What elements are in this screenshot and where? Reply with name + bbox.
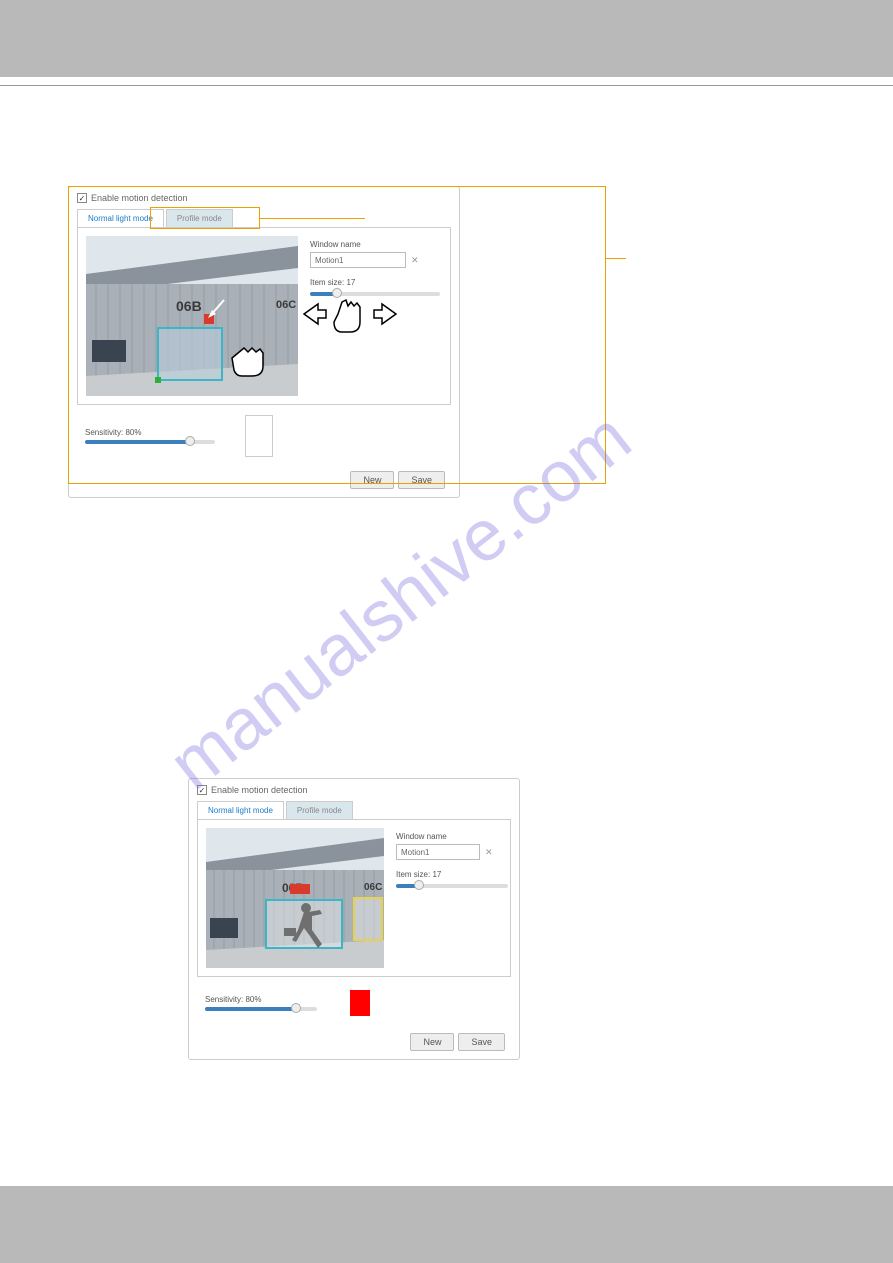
new-button[interactable]: New bbox=[350, 471, 394, 489]
item-size-label: Item size: 17 bbox=[396, 870, 508, 879]
item-size-label: Item size: 17 bbox=[310, 278, 442, 287]
mode-tabs: Normal light mode Profile mode bbox=[197, 801, 511, 819]
building-sign-06b: 06B bbox=[176, 298, 202, 314]
enable-motion-row: ✓ Enable motion detection bbox=[77, 193, 451, 203]
window-name-label: Window name bbox=[396, 832, 508, 841]
save-button[interactable]: Save bbox=[398, 471, 445, 489]
save-button[interactable]: Save bbox=[458, 1033, 505, 1051]
building-sign-06c: 06C bbox=[276, 299, 296, 311]
item-size-slider[interactable] bbox=[310, 292, 440, 296]
motion-detection-panel-1: ✓ Enable motion detection Normal light m… bbox=[68, 186, 460, 498]
enable-motion-checkbox[interactable]: ✓ bbox=[197, 785, 207, 795]
mode-tabs: Normal light mode Profile mode bbox=[77, 209, 451, 227]
delete-window-icon[interactable]: ✕ bbox=[411, 255, 419, 266]
enable-motion-label: Enable motion detection bbox=[211, 785, 308, 795]
sensitivity-label: Sensitivity: 80% bbox=[85, 428, 215, 437]
tab-profile-mode[interactable]: Profile mode bbox=[286, 801, 353, 819]
building-sign-06c: 06C bbox=[364, 882, 382, 893]
enable-motion-checkbox[interactable]: ✓ bbox=[77, 193, 87, 203]
sensitivity-slider[interactable] bbox=[205, 1007, 317, 1011]
new-button[interactable]: New bbox=[410, 1033, 454, 1051]
motion-level-indicator bbox=[245, 415, 273, 457]
tab-normal-light[interactable]: Normal light mode bbox=[77, 209, 164, 227]
sensitivity-label: Sensitivity: 80% bbox=[205, 995, 317, 1004]
window-name-input[interactable] bbox=[396, 844, 480, 860]
sensitivity-slider[interactable] bbox=[85, 440, 215, 444]
enable-motion-label: Enable motion detection bbox=[91, 193, 188, 203]
window-name-label: Window name bbox=[310, 240, 442, 249]
camera-preview[interactable]: 06B 06C bbox=[86, 236, 298, 396]
camera-preview[interactable]: 06B 06C bbox=[206, 828, 384, 968]
enable-motion-row: ✓ Enable motion detection bbox=[197, 785, 511, 795]
tab-profile-mode[interactable]: Profile mode bbox=[166, 209, 233, 227]
tab-normal-light[interactable]: Normal light mode bbox=[197, 801, 284, 819]
motion-level-indicator bbox=[347, 987, 373, 1019]
item-size-slider[interactable] bbox=[396, 884, 508, 888]
motion-detection-panel-2: ✓ Enable motion detection Normal light m… bbox=[188, 778, 520, 1060]
delete-window-icon[interactable]: ✕ bbox=[485, 847, 493, 858]
window-name-input[interactable] bbox=[310, 252, 406, 268]
